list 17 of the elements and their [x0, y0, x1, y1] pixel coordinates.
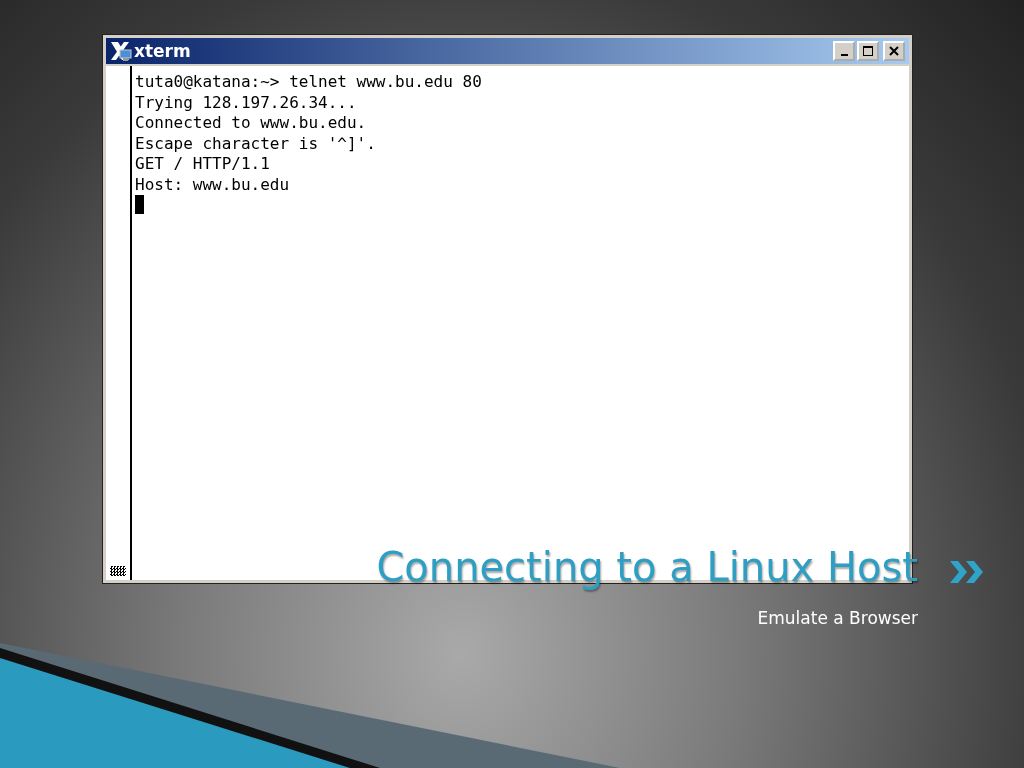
- window-title: xterm: [134, 41, 191, 61]
- terminal-line: Connected to www.bu.edu.: [135, 113, 368, 134]
- close-icon: [889, 46, 899, 56]
- slide-subtitle: Emulate a Browser: [757, 608, 918, 628]
- terminal-line: tuta0@katana:~> telnet www.bu.edu 80: [135, 72, 482, 93]
- terminal-line: GET / HTTP/1.1: [135, 154, 271, 175]
- terminal-line: Trying 128.197.26.34...: [135, 92, 358, 113]
- text-cursor: [135, 195, 144, 214]
- terminal-line: Host: www.bu.edu: [135, 174, 291, 195]
- minimize-icon: [840, 54, 848, 56]
- terminal-line: Escape character is '^]'.: [135, 133, 377, 154]
- minimize-button[interactable]: [833, 41, 855, 61]
- close-button[interactable]: [883, 41, 905, 61]
- maximize-icon: [863, 46, 873, 56]
- scrollbar-grip-icon: [110, 566, 126, 576]
- maximize-button[interactable]: [857, 41, 879, 61]
- x-monitor-icon: [110, 40, 132, 62]
